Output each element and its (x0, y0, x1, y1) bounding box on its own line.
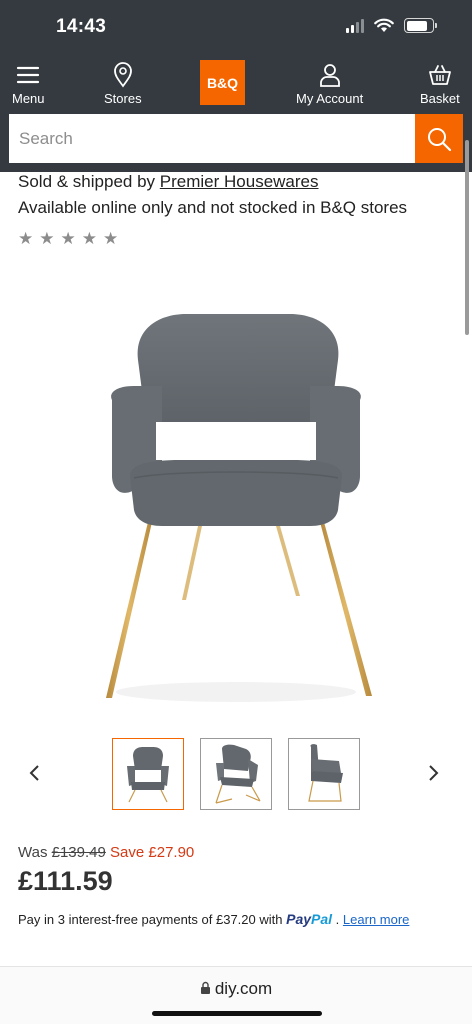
top-nav: Menu Stores B&Q My Account Basket (0, 56, 472, 112)
seller-prefix: Sold & shipped by (18, 172, 156, 191)
seller-link[interactable]: Premier Housewares (160, 172, 319, 191)
star-icon: ★ (60, 229, 76, 248)
status-time: 14:43 (56, 16, 107, 37)
thumbnail-side[interactable] (288, 738, 360, 810)
status-bar: 14:43 (0, 0, 472, 56)
thumbnail-front[interactable] (112, 738, 184, 810)
search-button[interactable] (415, 114, 463, 163)
url-display[interactable]: diy.com (0, 979, 472, 999)
lock-icon (200, 981, 210, 994)
availability-text: Available online only and not stocked in… (18, 198, 408, 217)
user-icon (319, 61, 341, 89)
search-icon (428, 127, 452, 151)
battery-icon (404, 18, 437, 33)
bq-logo[interactable]: B&Q (200, 60, 245, 105)
learn-more-link[interactable]: Learn more (343, 912, 409, 927)
was-label: Was (18, 844, 48, 861)
my-account-button[interactable]: My Account (296, 61, 363, 106)
current-price: £111.59 (18, 866, 113, 896)
wifi-icon (374, 18, 394, 32)
hamburger-menu-icon (16, 61, 40, 89)
was-price: £139.49 (51, 844, 106, 861)
basket-label: Basket (420, 91, 460, 106)
star-icon: ★ (39, 229, 55, 248)
page-scrollbar[interactable] (465, 140, 469, 335)
stores-button[interactable]: Stores (104, 61, 142, 106)
browser-url-bar[interactable]: diy.com (0, 966, 472, 1024)
menu-label: Menu (12, 91, 45, 106)
star-icon: ★ (18, 229, 34, 248)
location-pin-icon (113, 61, 133, 89)
image-thumbnails (0, 736, 472, 812)
search-input[interactable] (9, 114, 415, 163)
chevron-left-icon (29, 765, 39, 781)
seller-info: Sold & shipped by Premier Housewares (18, 172, 319, 192)
basket-icon (428, 61, 452, 89)
star-icon: ★ (103, 229, 119, 248)
basket-button[interactable]: Basket (420, 61, 460, 106)
star-icon: ★ (81, 229, 97, 248)
thumbnail-angle[interactable] (200, 738, 272, 810)
search-bar (0, 112, 472, 172)
url-text: diy.com (214, 979, 273, 998)
paypal-installments: Pay in 3 interest-free payments of £37.2… (18, 911, 410, 927)
my-account-label: My Account (296, 91, 364, 106)
paypal-logo: PayPal (286, 911, 333, 927)
next-image-button[interactable] (428, 764, 440, 788)
home-indicator[interactable] (152, 1011, 322, 1016)
stores-label: Stores (104, 91, 142, 106)
save-amount: Save £27.90 (110, 844, 195, 861)
prev-image-button[interactable] (28, 764, 40, 788)
status-icons (346, 18, 437, 33)
cellular-signal-icon (346, 18, 364, 33)
product-image[interactable] (90, 300, 382, 710)
chevron-right-icon (429, 765, 439, 781)
was-price-line: Was £139.49 Save £27.90 (18, 844, 194, 861)
paypal-text: Pay in 3 interest-free payments of £37.2… (18, 912, 283, 927)
rating-stars[interactable]: ★ ★ ★ ★ ★ (18, 229, 118, 249)
menu-button[interactable]: Menu (12, 61, 45, 106)
